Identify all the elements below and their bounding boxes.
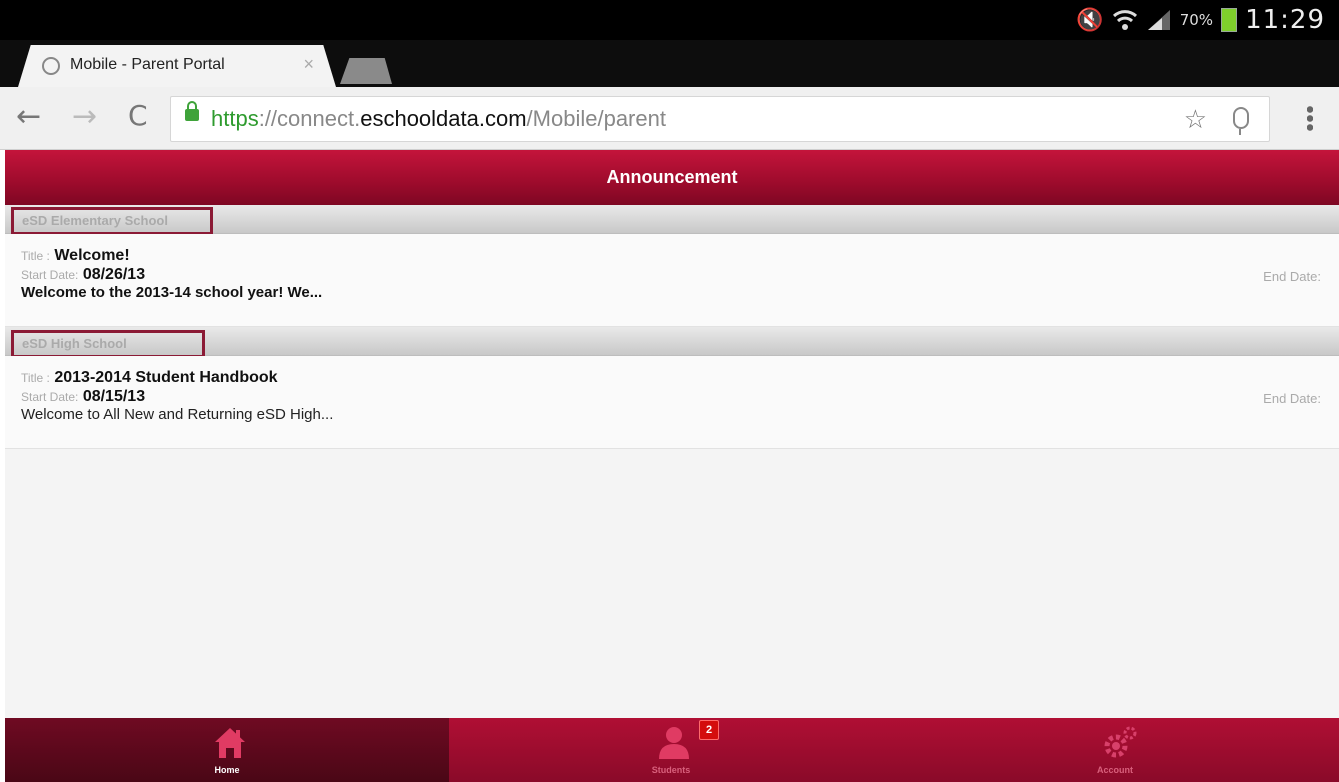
start-date-row: Start Date: 08/15/13 [21, 388, 145, 406]
announcement-title-row: Title : 2013-2014 Student Handbook [21, 369, 278, 387]
start-date: 08/15/13 [82, 388, 146, 405]
reload-icon[interactable]: C [128, 99, 148, 132]
battery-icon [1221, 8, 1238, 32]
app-header: Announcement [5, 150, 1339, 205]
url-text[interactable]: https://connect.eschooldata.com/Mobile/p… [211, 106, 666, 132]
bottom-nav: Home 2 Students Account [5, 718, 1339, 782]
globe-icon [42, 57, 60, 75]
signal-icon [1147, 10, 1170, 30]
url-scheme: https [211, 106, 259, 131]
announcement-body: Welcome to All New and Returning eSD Hig… [21, 406, 334, 423]
announcement-item[interactable]: Title : Welcome! Start Date: 08/26/13 We… [5, 234, 1339, 327]
announcement-list: eSD Elementary School Title : Welcome! S… [5, 205, 1339, 718]
nav-home-button[interactable]: Home [5, 718, 449, 782]
announcement-item[interactable]: Title : 2013-2014 Student Handbook Start… [5, 356, 1339, 449]
url-domain: eschooldata.com [360, 106, 527, 131]
status-bar: 🔇 70% 11:29 [0, 0, 1339, 40]
end-date-label: End Date: [1263, 269, 1321, 284]
browser-tab[interactable]: Mobile - Parent Portal × [18, 45, 336, 87]
url-subdomain: ://connect. [258, 106, 361, 131]
clock: 11:29 [1245, 5, 1325, 35]
home-icon [215, 728, 245, 758]
browser-toolbar: ← → C https://connect.eschooldata.com/Mo… [0, 87, 1339, 150]
lock-icon [185, 101, 199, 121]
address-bar[interactable]: https://connect.eschooldata.com/Mobile/p… [170, 96, 1270, 142]
school-name: eSD High School [11, 330, 205, 358]
announcement-body-row: Welcome to the 2013-14 school year! We..… [21, 284, 322, 302]
section-header: eSD Elementary School [5, 205, 1339, 235]
mic-icon[interactable] [1233, 107, 1249, 135]
nav-students-button[interactable]: 2 Students [449, 718, 893, 782]
start-date: 08/26/13 [82, 266, 146, 283]
menu-icon[interactable] [1307, 105, 1313, 131]
start-date-row: Start Date: 08/26/13 [21, 266, 145, 284]
start-date-label: Start Date: [21, 390, 79, 404]
announcement-title: 2013-2014 Student Handbook [54, 369, 278, 386]
students-badge: 2 [699, 720, 719, 740]
url-path: /Mobile/parent [526, 106, 666, 131]
announcement-title: Welcome! [54, 247, 130, 264]
nav-account-button[interactable]: Account [893, 718, 1337, 782]
nav-account-label: Account [1097, 765, 1133, 775]
end-date-label: End Date: [1263, 391, 1321, 406]
star-icon[interactable]: ☆ [1184, 105, 1207, 135]
gear-icon [1104, 726, 1137, 758]
nav-home-label: Home [214, 765, 240, 775]
status-icons: 🔇 70% 11:29 [1076, 0, 1325, 40]
title-label: Title : [21, 249, 50, 263]
close-icon[interactable]: × [303, 54, 314, 75]
school-name: eSD Elementary School [11, 207, 213, 235]
tab-strip: Mobile - Parent Portal × [0, 40, 1339, 87]
new-tab-button[interactable] [340, 58, 392, 84]
title-label: Title : [21, 371, 50, 385]
announcement-title-row: Title : Welcome! [21, 247, 130, 265]
announcement-body: Welcome to the 2013-14 school year! We..… [21, 284, 323, 301]
mute-icon: 🔇 [1076, 7, 1104, 33]
announcement-body-row: Welcome to All New and Returning eSD Hig… [21, 406, 333, 424]
nav-students-label: Students [651, 765, 691, 775]
forward-arrow-icon[interactable]: → [72, 99, 97, 134]
tab-title: Mobile - Parent Portal [70, 56, 225, 73]
battery-percentage: 70% [1179, 11, 1214, 29]
section-header: eSD High School [5, 327, 1339, 358]
person-icon [659, 727, 689, 759]
back-arrow-icon[interactable]: ← [16, 99, 41, 134]
start-date-label: Start Date: [21, 268, 79, 282]
page-title: Announcement [606, 167, 738, 187]
wifi-icon [1112, 10, 1137, 30]
